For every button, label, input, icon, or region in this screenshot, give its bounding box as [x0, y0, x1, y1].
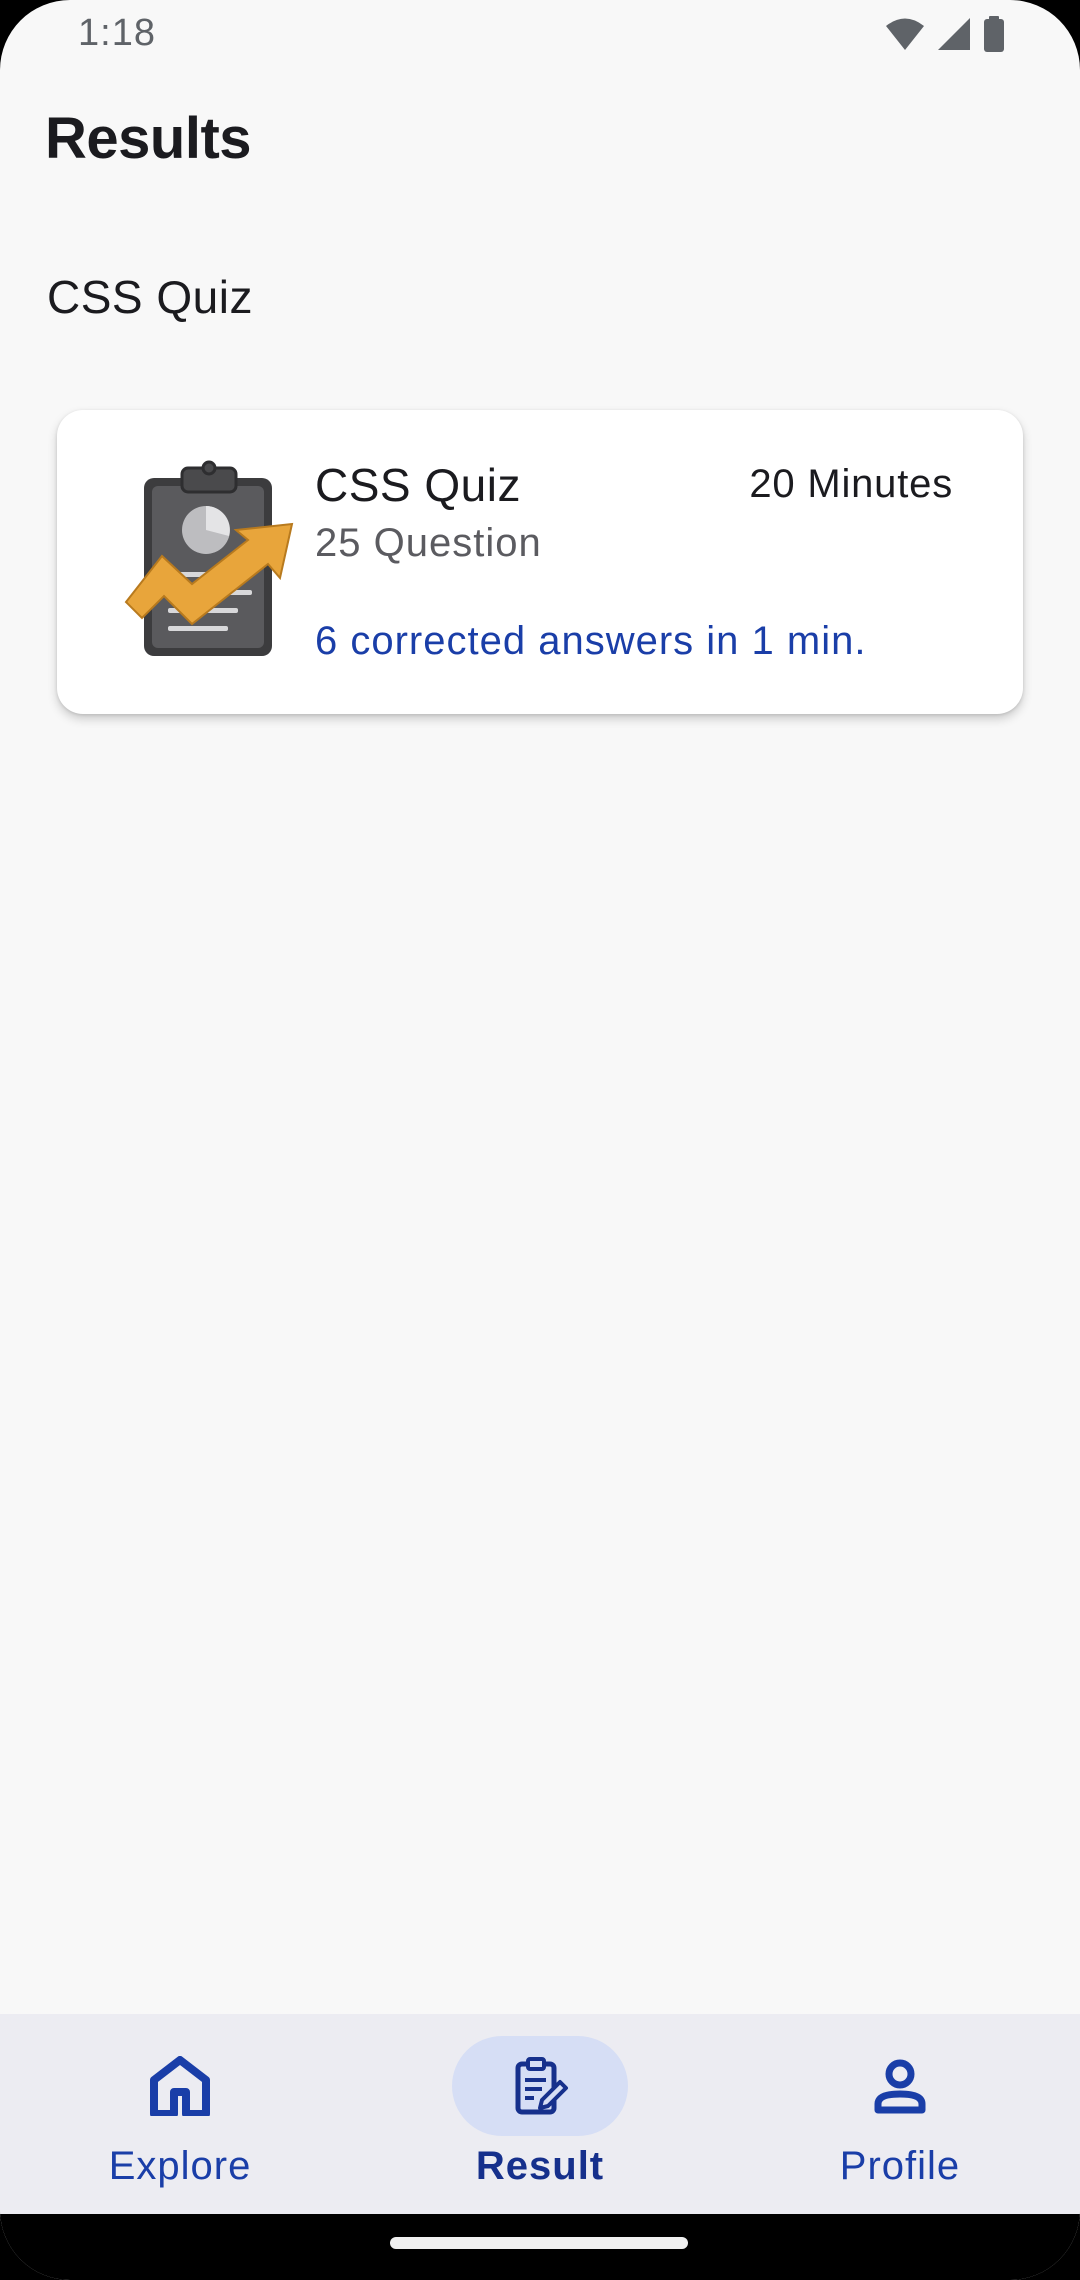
screen: 1:18 Results CSS Quiz CSS Quiz 20 Minute… [0, 0, 1080, 2280]
section-title: CSS Quiz [47, 271, 253, 323]
nav-item-profile[interactable]: Profile [720, 2014, 1080, 2214]
nav-label-profile: Profile [839, 2144, 961, 2188]
page-title: Results [45, 106, 252, 171]
gesture-bar [0, 2214, 1080, 2280]
nav-item-result[interactable]: Result [360, 2014, 720, 2214]
quiz-duration: 20 Minutes [749, 462, 953, 506]
home-icon [150, 2056, 210, 2118]
nav-label-result: Result [475, 2144, 605, 2188]
nav-label-explore: Explore [108, 2144, 252, 2188]
result-card[interactable]: CSS Quiz 20 Minutes 25 Question 6 correc… [57, 410, 1023, 714]
status-time: 1:18 [78, 12, 156, 54]
wifi-icon [885, 17, 925, 51]
battery-icon [983, 16, 1005, 52]
result-summary: 6 corrected answers in 1 min. [315, 619, 867, 663]
person-icon [870, 2056, 930, 2116]
quiz-title: CSS Quiz [315, 459, 521, 511]
clipboard-growth-chart-icon [122, 460, 302, 660]
bottom-navigation: Explore Result Profile [0, 2014, 1080, 2214]
cellular-signal-icon [937, 17, 971, 51]
status-icons [885, 16, 1005, 52]
status-bar: 1:18 [0, 0, 1080, 72]
question-count: 25 Question [315, 521, 542, 565]
nav-item-explore[interactable]: Explore [0, 2014, 360, 2214]
clipboard-edit-icon [510, 2056, 570, 2116]
home-indicator[interactable] [390, 2237, 688, 2249]
